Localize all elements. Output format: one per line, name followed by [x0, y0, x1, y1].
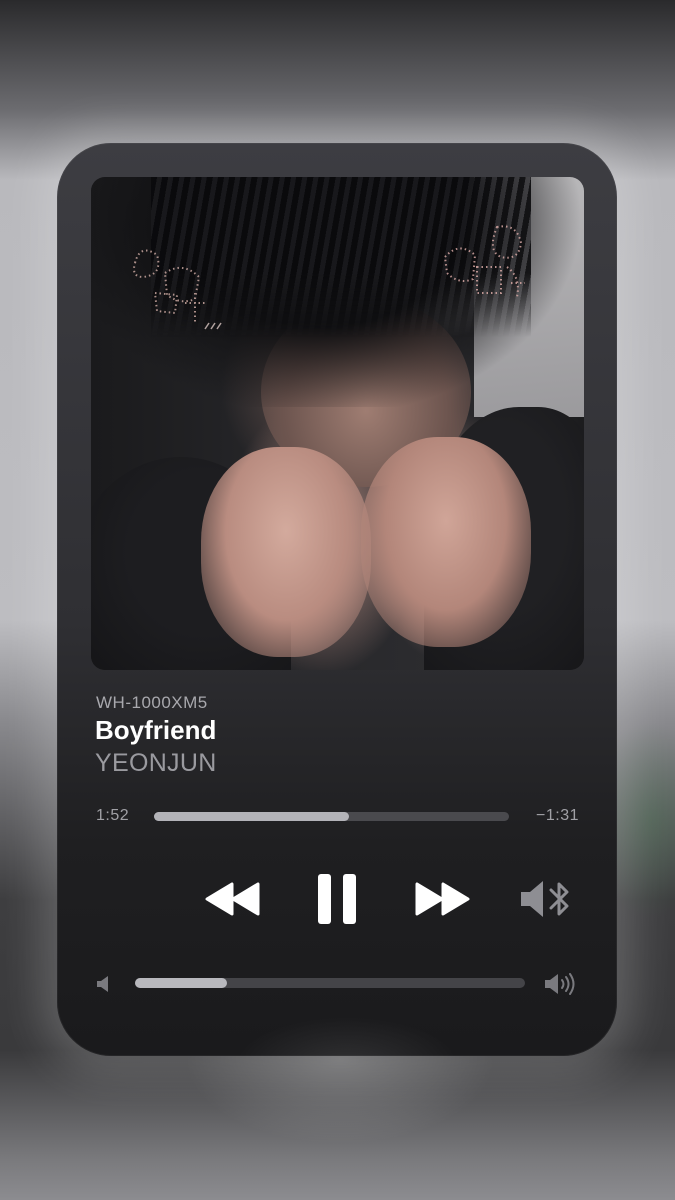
volume-min-indicator [95, 974, 113, 994]
rewind-icon [205, 882, 260, 916]
volume-slider[interactable] [135, 978, 525, 988]
artwork-hand-left [201, 447, 371, 657]
audio-output-button[interactable] [517, 877, 577, 921]
fast-forward-button[interactable] [412, 877, 472, 921]
pause-icon [318, 874, 356, 924]
dotted-doodle-left [133, 249, 222, 330]
fast-forward-icon [415, 882, 470, 916]
rewind-button[interactable] [203, 877, 263, 921]
speaker-low-icon [97, 976, 108, 992]
pause-button[interactable] [309, 871, 365, 927]
volume-slider-fill [135, 978, 227, 988]
output-device-name: WH-1000XM5 [96, 693, 208, 712]
speaker-high-icon [545, 973, 575, 995]
album-artwork[interactable] [91, 177, 584, 670]
artwork-hand-right [361, 437, 531, 647]
song-title[interactable]: Boyfriend [95, 715, 216, 746]
now-playing-card: WH-1000XM5 Boyfriend YEONJUN 1:52 −1:31 [57, 143, 617, 1056]
artist-name[interactable]: YEONJUN [95, 749, 217, 778]
dotted-doodle-right [443, 225, 525, 298]
speaker-bluetooth-icon [521, 881, 569, 917]
progress-bar-fill [154, 812, 350, 821]
progress-bar[interactable] [154, 812, 509, 821]
volume-max-indicator [543, 972, 579, 996]
remaining-time: −1:31 [536, 807, 579, 824]
elapsed-time: 1:52 [96, 807, 130, 824]
